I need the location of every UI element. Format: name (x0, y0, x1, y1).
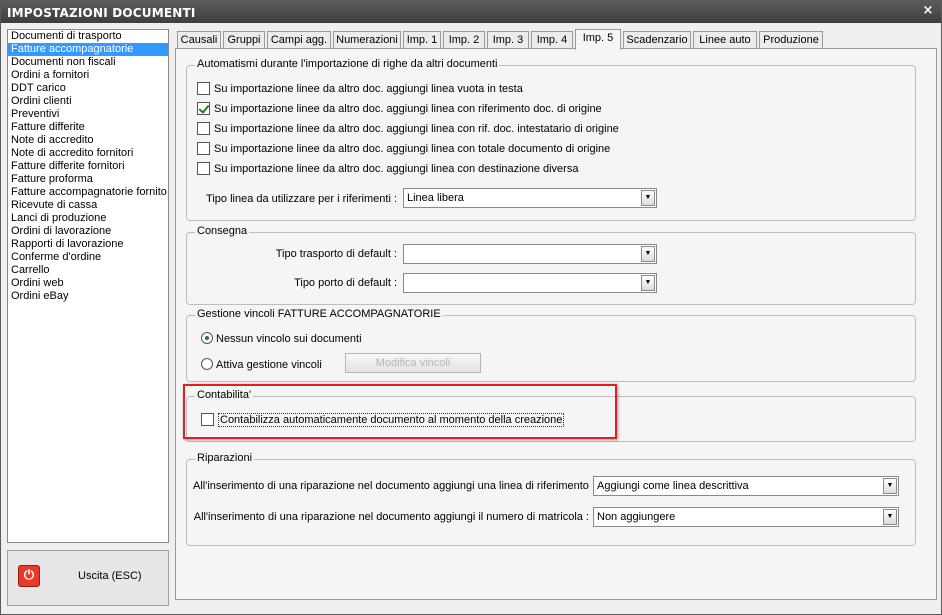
modifica-vincoli-button[interactable]: Modifica vincoli (345, 353, 481, 373)
automatismo-option[interactable]: Su importazione linee da altro doc. aggi… (197, 82, 523, 95)
chevron-down-icon[interactable]: ▼ (641, 246, 655, 262)
tab-imp-4[interactable]: Imp. 4 (531, 31, 573, 49)
exit-button[interactable]: Uscita (ESC) (78, 570, 142, 582)
riparazione-matricola-label: All'inserimento di una riparazione nel d… (193, 511, 589, 523)
list-item[interactable]: Ordini web (8, 277, 168, 290)
automatismo-checkbox[interactable] (197, 162, 210, 175)
riparazione-rif-label: All'inserimento di una riparazione nel d… (193, 480, 596, 492)
group-vincoli: Gestione vincoli FATTURE ACCOMPAGNATORIE… (186, 308, 916, 382)
list-item[interactable]: Fatture accompagnatorie fornito (8, 186, 168, 199)
close-icon[interactable]: × (921, 4, 935, 18)
list-item[interactable]: Ordini di lavorazione (8, 225, 168, 238)
tipo-linea-select[interactable]: Linea libera ▼ (403, 188, 657, 208)
tab-imp-5[interactable]: Imp. 5 (575, 29, 621, 50)
list-item[interactable]: Fatture differite fornitori (8, 160, 168, 173)
list-item[interactable]: Fatture accompagnatorie (8, 43, 168, 56)
tipo-trasporto-select[interactable]: ▼ (403, 244, 657, 264)
group-riparazioni: Riparazioni All'inserimento di una ripar… (186, 452, 916, 546)
tab-gruppi[interactable]: Gruppi (223, 31, 265, 49)
list-item[interactable]: Note di accredito fornitori (8, 147, 168, 160)
tab-linee-auto[interactable]: Linee auto (693, 31, 757, 49)
group-automatismi: Automatismi durante l'importazione di ri… (186, 58, 916, 221)
radio-button[interactable] (201, 358, 213, 370)
radio-label: Nessun vincolo sui documenti (216, 333, 362, 345)
automatismo-checkbox[interactable] (197, 142, 210, 155)
radio-attiva-vincoli[interactable]: Attiva gestione vincoli (201, 358, 322, 371)
tipo-porto-label: Tipo porto di default : (294, 277, 397, 289)
tab-causali[interactable]: Causali (177, 31, 221, 49)
tab-campi-agg[interactable]: Campi agg. (267, 31, 331, 49)
tab-numerazioni[interactable]: Numerazioni (333, 31, 401, 49)
list-item[interactable]: Rapporti di lavorazione (8, 238, 168, 251)
riparazione-rif-value: Aggiungi come linea descrittiva (597, 480, 749, 492)
list-item[interactable]: Documenti non fiscali (8, 56, 168, 69)
radio-button[interactable] (201, 332, 213, 344)
automatismo-option[interactable]: Su importazione linee da altro doc. aggi… (197, 122, 619, 135)
list-item[interactable]: Carrello (8, 264, 168, 277)
automatismo-label: Su importazione linee da altro doc. aggi… (214, 143, 611, 155)
list-item[interactable]: Ordini clienti (8, 95, 168, 108)
tipo-porto-select[interactable]: ▼ (403, 273, 657, 293)
tab-imp-2[interactable]: Imp. 2 (443, 31, 485, 49)
riparazione-matricola-select[interactable]: Non aggiungere ▼ (593, 507, 899, 527)
automatismo-checkbox[interactable] (197, 102, 210, 115)
chevron-down-icon[interactable]: ▼ (641, 275, 655, 291)
group-title-riparazioni: Riparazioni (195, 452, 255, 464)
list-item[interactable]: DDT carico (8, 82, 168, 95)
list-item[interactable]: Lanci di produzione (8, 212, 168, 225)
document-type-list[interactable]: Documenti di trasporto Fatture accompagna… (7, 29, 169, 543)
tab-imp-1[interactable]: Imp. 1 (403, 31, 441, 49)
automatismo-option[interactable]: Su importazione linee da altro doc. aggi… (197, 142, 610, 155)
radio-label: Attiva gestione vincoli (216, 359, 322, 371)
group-title-consegna: Consegna (195, 225, 250, 237)
chevron-down-icon[interactable]: ▼ (883, 478, 897, 494)
automatismo-option[interactable]: Su importazione linee da altro doc. aggi… (197, 162, 578, 175)
list-item[interactable]: Fatture differite (8, 121, 168, 134)
automatismo-checkbox[interactable] (197, 122, 210, 135)
tab-produzione[interactable]: Produzione (759, 31, 823, 49)
settings-window: IMPOSTAZIONI DOCUMENTI × Documenti di tr… (0, 0, 942, 615)
chevron-down-icon[interactable]: ▼ (641, 190, 655, 206)
automatismo-label: Su importazione linee da altro doc. aggi… (214, 123, 619, 135)
tipo-trasporto-label: Tipo trasporto di default : (275, 248, 397, 260)
automatismo-option[interactable]: Su importazione linee da altro doc. aggi… (197, 102, 602, 115)
list-item[interactable]: Ordini eBay (8, 290, 168, 303)
automatismo-label: Su importazione linee da altro doc. aggi… (214, 163, 579, 175)
radio-nessun-vincolo[interactable]: Nessun vincolo sui documenti (201, 332, 362, 345)
list-item[interactable]: Note di accredito (8, 134, 168, 147)
exit-panel: ⏻ Uscita (ESC) (7, 550, 169, 606)
tipo-linea-label: Tipo linea da utilizzare per i riferimen… (206, 193, 397, 205)
tipo-linea-value: Linea libera (407, 192, 464, 204)
red-highlight-box (183, 384, 617, 439)
group-consegna: Consegna Tipo trasporto di default : ▼ T… (186, 225, 916, 305)
list-item[interactable]: Ordini a fornitori (8, 69, 168, 82)
list-item[interactable]: Fatture proforma (8, 173, 168, 186)
tab-imp-3[interactable]: Imp. 3 (487, 31, 529, 49)
chevron-down-icon[interactable]: ▼ (883, 509, 897, 525)
tab-scadenzario[interactable]: Scadenzario (623, 31, 691, 49)
group-title-vincoli: Gestione vincoli FATTURE ACCOMPAGNATORIE (195, 308, 443, 320)
list-item[interactable]: Preventivi (8, 108, 168, 121)
tab-content-imp5: Automatismi durante l'importazione di ri… (175, 48, 937, 600)
power-icon[interactable]: ⏻ (18, 565, 40, 587)
automatismo-label: Su importazione linee da altro doc. aggi… (214, 83, 523, 95)
group-title-automatismi: Automatismi durante l'importazione di ri… (195, 58, 500, 70)
list-item[interactable]: Conferme d'ordine (8, 251, 168, 264)
list-item[interactable]: Ricevute di cassa (8, 199, 168, 212)
window-title: IMPOSTAZIONI DOCUMENTI (7, 6, 196, 20)
automatismo-checkbox[interactable] (197, 82, 210, 95)
automatismo-label: Su importazione linee da altro doc. aggi… (214, 103, 602, 115)
window-titlebar: IMPOSTAZIONI DOCUMENTI × (1, 1, 941, 23)
riparazione-matricola-value: Non aggiungere (597, 511, 676, 523)
list-item[interactable]: Documenti di trasporto (8, 30, 168, 43)
riparazione-rif-select[interactable]: Aggiungi come linea descrittiva ▼ (593, 476, 899, 496)
